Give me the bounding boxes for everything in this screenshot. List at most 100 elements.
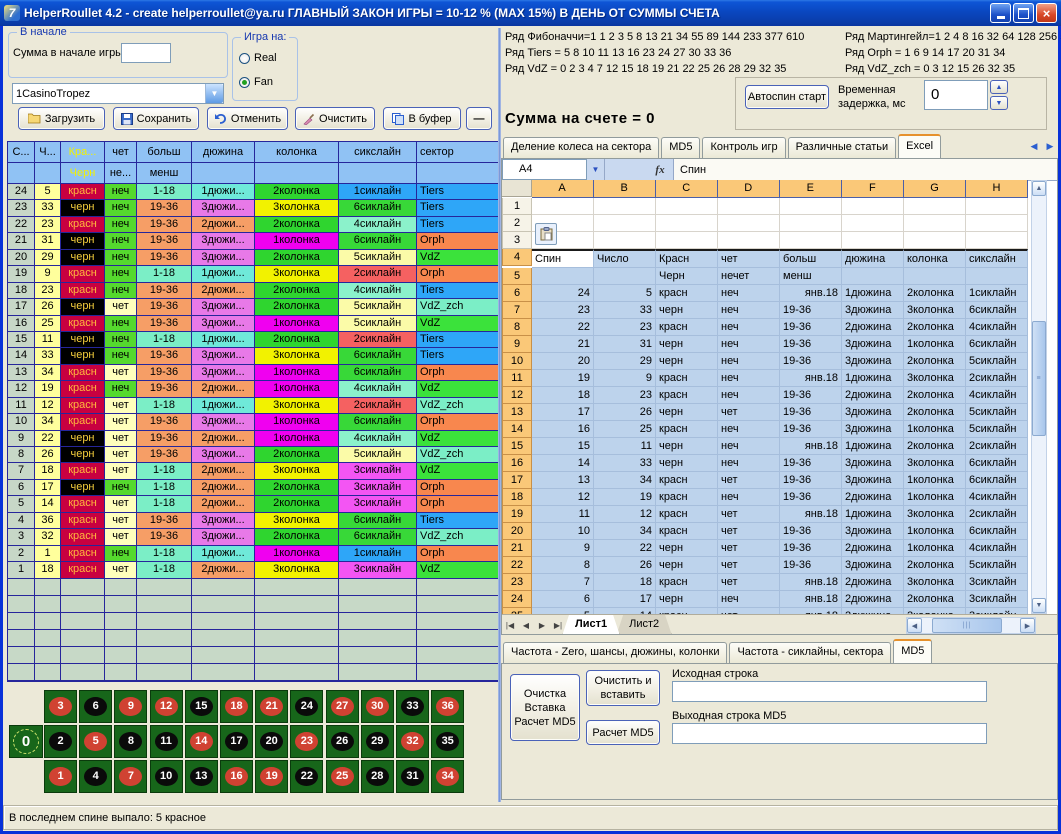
buffer-button[interactable]: В буфер bbox=[383, 107, 461, 130]
excel-cell[interactable]: 3дюжина bbox=[842, 523, 904, 540]
roulette-number-cell[interactable]: 15 bbox=[185, 690, 218, 723]
excel-cell[interactable] bbox=[656, 215, 718, 232]
excel-cell[interactable]: 21 bbox=[532, 336, 594, 353]
vscroll-thumb[interactable]: ≡ bbox=[1032, 321, 1046, 436]
excel-hscrollbar[interactable]: ◀ ||| ▶ bbox=[906, 617, 1036, 634]
excel-cell[interactable]: Спин bbox=[532, 249, 594, 268]
excel-cell[interactable] bbox=[532, 268, 594, 285]
sheet-tab-лист2[interactable]: Лист2 bbox=[616, 615, 672, 635]
roulette-number-cell[interactable]: 10 bbox=[150, 760, 183, 793]
delay-up-button[interactable]: ▲ bbox=[990, 80, 1008, 94]
excel-cell[interactable]: красн bbox=[656, 319, 718, 336]
excel-cell[interactable]: 1дюжина bbox=[842, 506, 904, 523]
roulette-number-cell[interactable]: 4 bbox=[79, 760, 112, 793]
autospin-start-button[interactable]: Автоспин старт bbox=[745, 85, 829, 109]
excel-cell[interactable]: чет bbox=[718, 404, 780, 421]
excel-cell[interactable] bbox=[780, 215, 842, 232]
excel-cell[interactable]: 19-36 bbox=[780, 421, 842, 438]
roulette-number-cell[interactable]: 17 bbox=[220, 725, 253, 758]
excel-cell[interactable]: 5сиклайн bbox=[966, 353, 1028, 370]
roulette-zero-cell[interactable]: 0 bbox=[9, 725, 43, 758]
excel-cell[interactable]: неч bbox=[718, 285, 780, 302]
excel-cell[interactable]: Число bbox=[594, 249, 656, 268]
excel-cell[interactable]: 2дюжина bbox=[842, 574, 904, 591]
excel-cell[interactable]: 6сиклайн bbox=[966, 336, 1028, 353]
fx-icon[interactable]: fx bbox=[647, 159, 673, 180]
paste-options-button[interactable] bbox=[535, 223, 557, 245]
excel-cell[interactable]: 6сиклайн bbox=[966, 302, 1028, 319]
roulette-number-cell[interactable]: 7 bbox=[114, 760, 147, 793]
excel-cell[interactable]: 11 bbox=[532, 506, 594, 523]
name-box-dropdown-icon[interactable]: ▼ bbox=[587, 159, 605, 180]
excel-cell[interactable]: 1дюжина bbox=[842, 438, 904, 455]
excel-cell[interactable] bbox=[904, 268, 966, 285]
excel-row-header[interactable]: 3 bbox=[502, 232, 532, 249]
excel-cell[interactable]: 33 bbox=[594, 302, 656, 319]
excel-cell[interactable]: красн bbox=[656, 370, 718, 387]
excel-cell[interactable]: 22 bbox=[594, 540, 656, 557]
excel-cell[interactable]: 1дюжина bbox=[842, 285, 904, 302]
tab-md5[interactable]: MD5 bbox=[893, 639, 932, 663]
excel-cell[interactable]: 2колонка bbox=[904, 353, 966, 370]
excel-cell[interactable] bbox=[594, 268, 656, 285]
excel-cell[interactable]: черн bbox=[656, 455, 718, 472]
delay-input[interactable]: 0 bbox=[924, 80, 988, 110]
excel-column-header[interactable]: D bbox=[718, 180, 780, 198]
excel-cell[interactable]: красн bbox=[656, 523, 718, 540]
excel-row-header[interactable]: 17 bbox=[502, 472, 532, 489]
excel-cell[interactable]: 7 bbox=[532, 574, 594, 591]
tab-md5[interactable]: MD5 bbox=[661, 137, 700, 158]
excel-cell[interactable]: 19 bbox=[594, 489, 656, 506]
roulette-number-cell[interactable]: 13 bbox=[185, 760, 218, 793]
md5-output-input[interactable] bbox=[672, 723, 987, 744]
excel-cell[interactable] bbox=[842, 232, 904, 249]
excel-column-header[interactable]: B bbox=[594, 180, 656, 198]
roulette-number-cell[interactable]: 34 bbox=[431, 760, 464, 793]
excel-cell[interactable]: янв.18 bbox=[780, 438, 842, 455]
roulette-number-cell[interactable]: 21 bbox=[255, 690, 288, 723]
excel-cell[interactable]: 1колонка bbox=[904, 421, 966, 438]
tab-excel[interactable]: Excel bbox=[898, 134, 941, 158]
excel-cell[interactable]: 6сиклайн bbox=[966, 523, 1028, 540]
excel-cell[interactable]: колонка bbox=[904, 249, 966, 268]
excel-cell[interactable]: черн bbox=[656, 591, 718, 608]
excel-cell[interactable]: 19-36 bbox=[780, 523, 842, 540]
excel-row-header[interactable]: 22 bbox=[502, 557, 532, 574]
excel-cell[interactable]: 29 bbox=[594, 353, 656, 370]
excel-cell[interactable]: чет bbox=[718, 574, 780, 591]
excel-cell[interactable]: 1дюжина bbox=[842, 370, 904, 387]
excel-cell[interactable]: чет bbox=[718, 523, 780, 540]
excel-cell[interactable]: 1сиклайн bbox=[966, 285, 1028, 302]
roulette-number-cell[interactable]: 31 bbox=[396, 760, 429, 793]
excel-cell[interactable]: чет bbox=[718, 540, 780, 557]
excel-column-header[interactable]: E bbox=[780, 180, 842, 198]
excel-cell[interactable]: 2колонка bbox=[904, 591, 966, 608]
roulette-number-cell[interactable]: 1 bbox=[44, 760, 77, 793]
excel-row-header[interactable]: 11 bbox=[502, 370, 532, 387]
roulette-number-cell[interactable]: 27 bbox=[326, 690, 359, 723]
hscroll-thumb[interactable]: ||| bbox=[932, 618, 1002, 633]
excel-cell[interactable]: неч bbox=[718, 387, 780, 404]
excel-row-header[interactable]: 16 bbox=[502, 455, 532, 472]
excel-cell[interactable]: Черн bbox=[656, 268, 718, 285]
excel-cell[interactable]: 33 bbox=[594, 455, 656, 472]
roulette-number-cell[interactable]: 9 bbox=[114, 690, 147, 723]
excel-cell[interactable]: 12 bbox=[594, 506, 656, 523]
excel-cell[interactable]: 5сиклайн bbox=[966, 421, 1028, 438]
roulette-number-cell[interactable]: 29 bbox=[361, 725, 394, 758]
excel-cell[interactable] bbox=[842, 268, 904, 285]
excel-cell[interactable]: 1колонка bbox=[904, 489, 966, 506]
excel-cell[interactable]: черн bbox=[656, 438, 718, 455]
excel-cell[interactable]: 5сиклайн bbox=[966, 557, 1028, 574]
excel-cell[interactable]: дюжина bbox=[842, 249, 904, 268]
excel-cell[interactable]: чет bbox=[718, 249, 780, 268]
excel-cell[interactable]: 31 bbox=[594, 336, 656, 353]
tab-scroll-left-icon[interactable]: ◀ bbox=[1027, 139, 1041, 154]
excel-column-header[interactable]: H bbox=[966, 180, 1028, 198]
excel-cell[interactable]: 2колонка bbox=[904, 438, 966, 455]
excel-cell[interactable]: 18 bbox=[594, 574, 656, 591]
excel-cell[interactable]: янв.18 bbox=[780, 591, 842, 608]
excel-cell[interactable]: 3колонка bbox=[904, 455, 966, 472]
save-button[interactable]: Сохранить bbox=[113, 107, 199, 130]
excel-cell[interactable]: 2дюжина bbox=[842, 319, 904, 336]
